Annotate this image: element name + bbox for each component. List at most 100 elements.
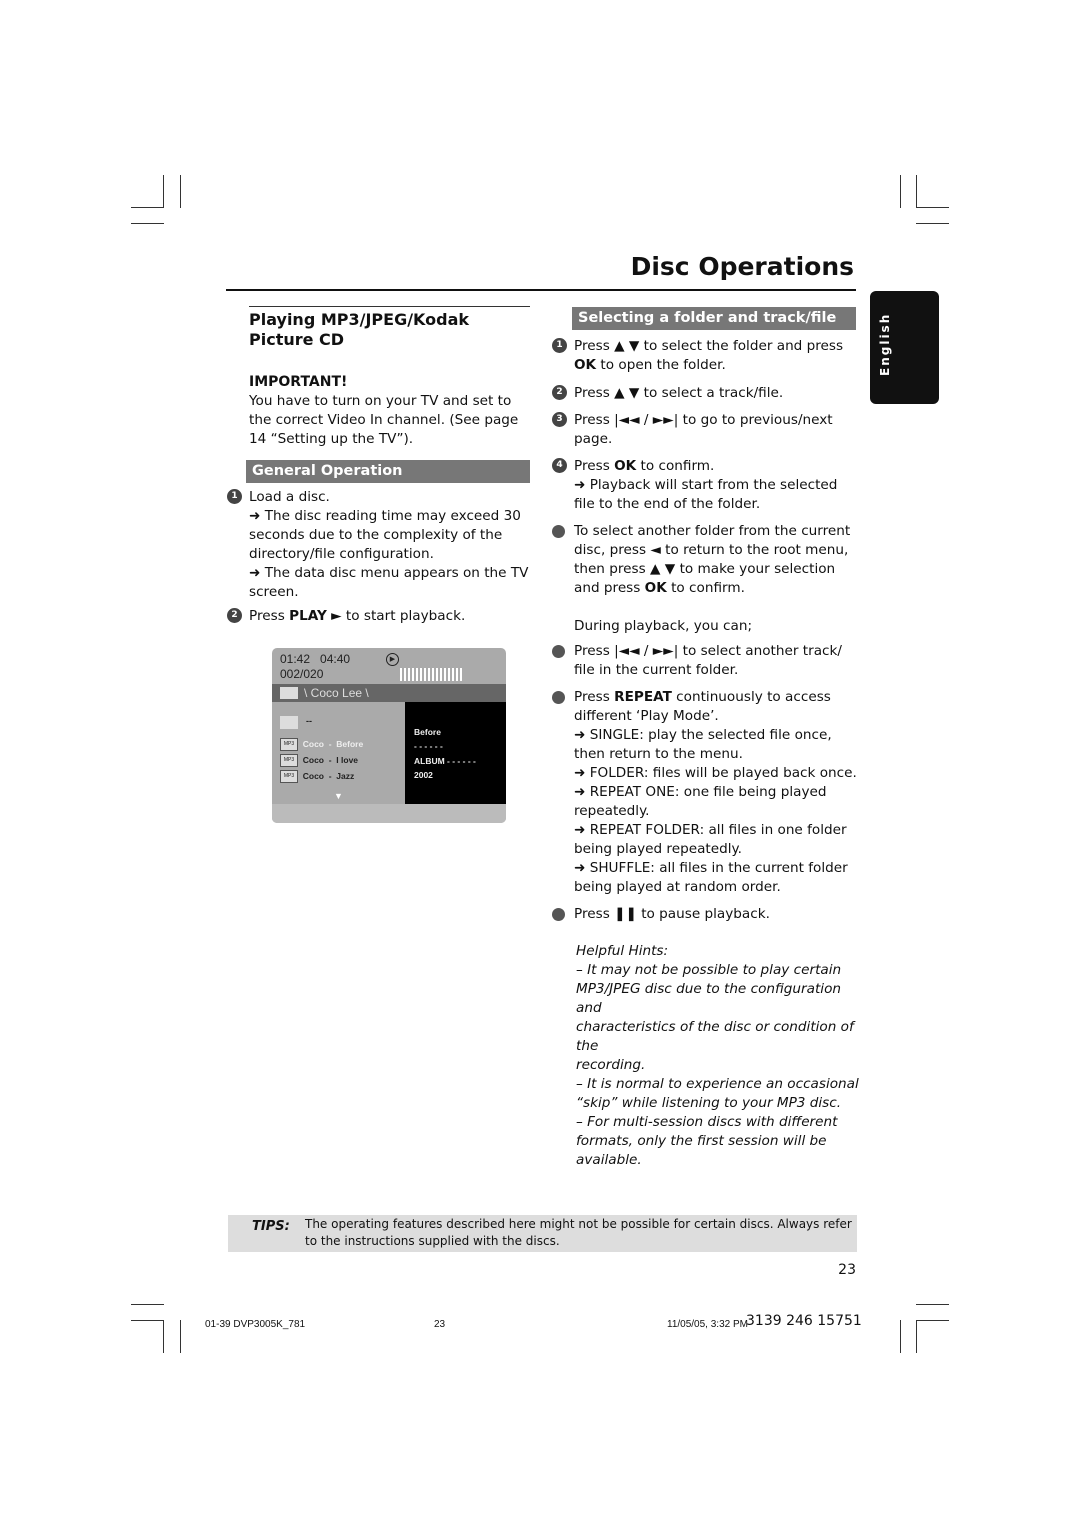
page-number: 23 [838,1262,856,1278]
step-number: 2 [227,608,242,623]
time-readout: 01:42 04:40 [280,652,350,666]
general-steps: 1 Load a disc. ➜ The disc reading time m… [227,488,534,626]
ok-keyword: OK [644,580,667,596]
bullet-text: ➜ FOLDER: files will be played back once… [574,765,857,781]
folder-bar: \ Coco Lee \ [272,684,506,702]
mp3-file-icon: MP3 [280,754,298,768]
text: to open the folder. [596,357,726,373]
bullet-pause: Press ❚❚ to pause playback. [552,905,859,924]
important-text: 14 “Setting up the TV”). [249,431,414,447]
file-artist: Coco [302,755,324,765]
text: and press [574,580,645,596]
mp3-file-icon: MP3 [280,770,298,784]
title-rule [226,289,856,291]
text: Press [249,608,290,624]
status-bar [272,804,506,823]
file-row[interactable]: MP3 Coco - Before [280,736,363,752]
step-3: 3 Press |◄◄ / ►►| to go to previous/next… [552,411,859,449]
tips-label: TIPS: [252,1219,290,1234]
step-1: 1 Load a disc. ➜ The disc reading time m… [227,488,534,602]
parent-folder-icon [280,716,298,729]
bullet-text: ➜ REPEAT ONE: one file being played [574,784,827,800]
mp3-file-icon: MP3 [280,738,298,752]
bullet-text: then return to the menu. [574,746,743,762]
step-4: 4 Press OK to confirm. ➜ Playback will s… [552,457,859,514]
info-artist: - - - - - - [414,741,443,751]
file-title: Before [336,739,364,749]
file-title: I love [336,755,359,765]
crop-mark [163,175,164,208]
page-title: Disc Operations [630,252,854,281]
bullet-skip: Press |◄◄ / ►►| to select another track/… [552,642,859,680]
hint-text: recording. [576,1057,646,1073]
crop-mark [916,1320,949,1321]
tips-box: TIPS: The operating features described h… [228,1215,857,1252]
step-text: Load a disc. [249,489,330,505]
level-meter [400,668,462,681]
step-text: Press OK to confirm. [574,457,859,476]
info-title: Before [414,727,441,737]
ok-keyword: OK [614,458,637,474]
file-list: MP3 Coco - Before MP3 Coco - I love MP3 … [280,736,363,784]
track-count: 002/020 [280,667,324,681]
bullet-icon [552,645,565,658]
bullet-text: ➜ REPEAT FOLDER: all files in one folder [574,822,847,838]
bullet-text: being played repeatedly. [574,841,742,857]
footer-code: 3139 246 15751 [746,1313,862,1329]
crop-mark [131,207,164,208]
important-text: the correct Video In channel. (See page [249,412,519,428]
bullet-repeat: Press REPEAT continuously to access diff… [552,688,859,897]
crop-mark [163,1320,164,1353]
crop-mark [916,207,949,208]
selecting-folder-band: Selecting a folder and track/file [572,307,856,330]
crop-mark [916,1304,949,1305]
text: continuously to access [671,689,831,705]
file-row[interactable]: MP3 Coco - I love [280,752,363,768]
tips-text: The operating features described here mi… [305,1216,852,1250]
step-note: ➜ Playback will start from the selected [574,477,838,493]
crop-mark [131,223,164,224]
folder-icon [280,687,298,699]
left-column: Playing MP3/JPEG/Kodak Picture CD IMPORT… [249,306,530,449]
important-text: You have to turn on your TV and set to [249,393,512,409]
bullet-text: repeatedly. [574,803,650,819]
crop-mark [900,175,901,208]
crop-mark [131,1304,164,1305]
step-text: Press PLAY ► to start playback. [249,607,534,626]
scroll-down-icon[interactable]: ▼ [334,791,343,801]
text: to confirm. [666,580,745,596]
total-time: 04:40 [320,652,351,666]
step-note: seconds due to the complexity of the [249,527,503,543]
step-text: OK to open the folder. [574,356,859,375]
step-2: 2 Press PLAY ► to start playback. [227,607,534,626]
footer-date: 11/05/05, 3:32 PM [667,1319,748,1330]
disc-menu-screen: 01:42 04:40 ▶ 002/020 \ Coco Lee \ Befor… [272,648,506,823]
step-note: file to the end of the folder. [574,496,761,512]
tips-line: to the instructions supplied with the di… [305,1234,560,1248]
bullet-text: being played at random order. [574,879,781,895]
hint-text: – For multi-session discs with different [576,1114,838,1130]
bullet-icon [552,525,565,538]
general-operation-band: General Operation [246,460,530,483]
bullet-text: different ‘Play Mode’. [574,708,719,724]
file-row[interactable]: MP3 Coco - Jazz [280,768,363,784]
step-number: 1 [552,338,567,353]
text: to confirm. [636,458,715,474]
step-text: Press |◄◄ / ►►| to go to previous/next [574,412,833,428]
language-tab: English [870,291,939,404]
important-label: IMPORTANT! [249,374,348,390]
bullet-icon [552,691,565,704]
step-text: Press ▲ ▼ to select the folder and press [574,338,844,354]
bullet-another-folder: To select another folder from the curren… [552,522,859,598]
hints-title: Helpful Hints: [576,943,669,959]
section-title: Playing MP3/JPEG/Kodak Picture CD [249,310,470,349]
bullet-text: ➜ SINGLE: play the selected file once, [574,727,832,743]
bullet-text: then press ▲ ▼ to make your selection [574,561,836,577]
step-number: 2 [552,385,567,400]
ok-keyword: OK [574,357,597,373]
crop-mark [131,1320,164,1321]
right-column: 1 Press ▲ ▼ to select the folder and pre… [552,337,859,1170]
bullet-text: and press OK to confirm. [574,579,859,598]
step-text: Press ▲ ▼ to select a track/file. [574,385,784,401]
step-1: 1 Press ▲ ▼ to select the folder and pre… [552,337,859,375]
